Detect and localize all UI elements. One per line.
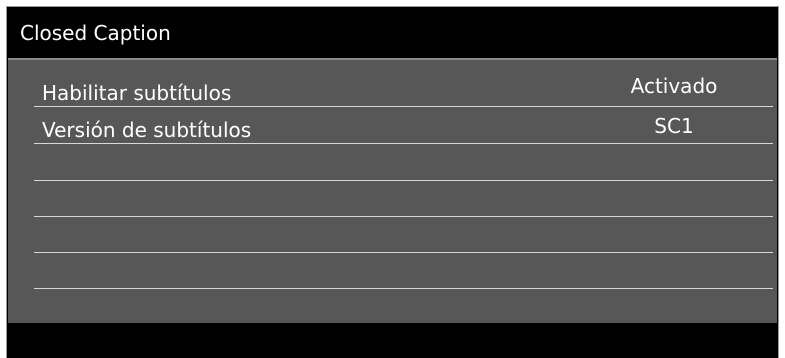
setting-value-caption-version[interactable]: SC1 bbox=[619, 114, 729, 138]
footer-bar bbox=[8, 323, 777, 358]
empty-row-3 bbox=[34, 144, 773, 181]
setting-label-caption-version: Versión de subtítulos bbox=[42, 118, 252, 142]
title-bar: Closed Caption bbox=[8, 8, 777, 58]
empty-row-6 bbox=[34, 252, 773, 289]
menu-frame: Closed Caption Habilitar subtítulos Acti… bbox=[6, 6, 779, 358]
setting-label-enable-captions: Habilitar subtítulos bbox=[42, 81, 232, 105]
setting-value-enable-captions[interactable]: Activado bbox=[619, 74, 729, 98]
setting-row-enable-captions[interactable]: Habilitar subtítulos Activado bbox=[34, 70, 773, 107]
settings-list: Habilitar subtítulos Activado Versión de… bbox=[8, 58, 777, 323]
setting-row-caption-version[interactable]: Versión de subtítulos SC1 bbox=[34, 107, 773, 144]
empty-row-5 bbox=[34, 216, 773, 253]
closed-caption-panel: Closed Caption Habilitar subtítulos Acti… bbox=[0, 0, 785, 358]
empty-row-4 bbox=[34, 180, 773, 217]
panel-title: Closed Caption bbox=[20, 21, 171, 45]
